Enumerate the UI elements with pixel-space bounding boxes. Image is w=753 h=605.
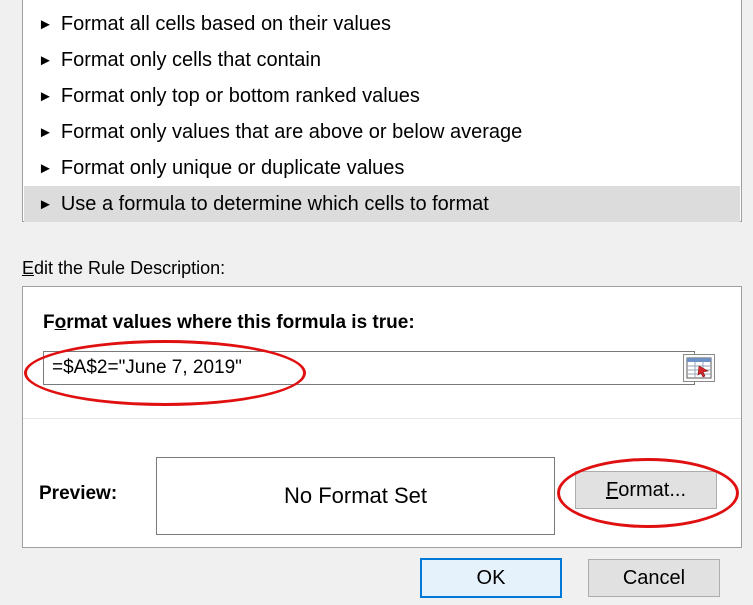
rule-type-item-top-bottom[interactable]: ► Format only top or bottom ranked value… [24,78,740,114]
rule-type-list: ► Format all cells based on their values… [22,0,742,222]
ok-button[interactable]: OK [420,558,562,598]
mnemonic-letter: E [22,258,35,278]
mnemonic-letter: o [54,312,67,333]
panel-separator [23,418,741,419]
button-text: ormat... [618,478,686,501]
rule-type-label: Format only values that are above or bel… [60,120,523,143]
rule-type-label: Format all cells based on their values [60,12,392,35]
rule-type-item-formula[interactable]: ► Use a formula to determine which cells… [24,186,740,222]
heading-text: rmat values where this formula is true: [66,312,415,333]
rule-type-item-above-below-average[interactable]: ► Format only values that are above or b… [24,114,740,150]
rule-description-panel: Format values where this formula is true… [22,286,742,548]
preview-text: No Format Set [283,483,428,508]
rule-type-label: Format only top or bottom ranked values [60,84,420,107]
triangle-right-icon: ► [38,195,53,213]
label-text: dit the Rule Description: [34,258,226,278]
format-button[interactable]: Format... [575,471,717,509]
collapse-dialog-button[interactable] [683,354,715,382]
triangle-right-icon: ► [38,159,53,177]
heading-text: F [43,312,55,333]
formula-input[interactable] [43,351,695,385]
edit-rule-description-label: Edit the Rule Description: [22,258,225,279]
triangle-right-icon: ► [38,87,53,105]
rule-type-label: Format only unique or duplicate values [60,156,405,179]
triangle-right-icon: ► [38,123,53,141]
rule-type-item-cells-contain[interactable]: ► Format only cells that contain [24,42,740,78]
triangle-right-icon: ► [38,15,53,33]
collapse-dialog-icon [686,357,712,379]
rule-type-item-unique-duplicate[interactable]: ► Format only unique or duplicate values [24,150,740,186]
formula-heading: Format values where this formula is true… [43,312,415,334]
rule-type-label: Use a formula to determine which cells t… [60,192,489,215]
rule-type-item-cell-values[interactable]: ► Format all cells based on their values [24,6,740,42]
preview-box: No Format Set [156,457,555,535]
rule-type-label: Format only cells that contain [60,48,321,71]
mnemonic-letter: F [605,478,619,501]
preview-label: Preview: [39,483,118,504]
cancel-button[interactable]: Cancel [588,559,720,597]
triangle-right-icon: ► [38,51,53,69]
